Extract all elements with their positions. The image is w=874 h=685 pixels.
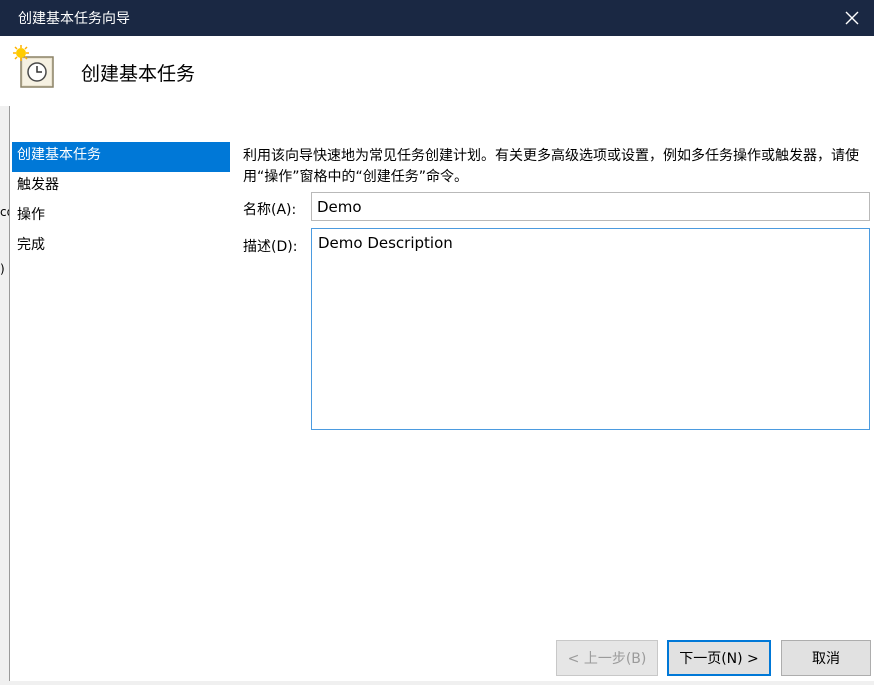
nav-item-create-basic-task[interactable]: 创建基本任务: [12, 142, 230, 172]
close-button[interactable]: [830, 0, 874, 36]
title-bar: 创建基本任务向导: [0, 0, 874, 36]
name-input[interactable]: [311, 192, 870, 221]
window-title: 创建基本任务向导: [18, 11, 130, 27]
name-label: 名称(A):: [243, 202, 297, 218]
nav-item-trigger[interactable]: 触发器: [12, 172, 230, 202]
next-button[interactable]: 下一页(N) >: [667, 640, 771, 676]
nav-item-finish[interactable]: 完成: [12, 232, 230, 262]
description-textarea[interactable]: Demo Description: [311, 228, 870, 430]
task-clock-icon: [13, 45, 54, 88]
back-button[interactable]: < 上一步(B): [556, 640, 658, 676]
wizard-steps-nav: 创建基本任务 触发器 操作 完成: [12, 142, 230, 262]
page-heading: 创建基本任务: [81, 63, 196, 85]
description-label: 描述(D):: [243, 239, 298, 255]
close-icon: [845, 11, 859, 25]
background-window-text: ): [0, 262, 5, 276]
cancel-button[interactable]: 取消: [781, 640, 871, 676]
wizard-description: 利用该向导快速地为常见任务创建计划。有关更多高级选项或设置，例如多任务操作或触发…: [243, 148, 859, 185]
nav-item-action[interactable]: 操作: [12, 202, 230, 232]
wizard-header: 创建基本任务: [0, 36, 874, 106]
